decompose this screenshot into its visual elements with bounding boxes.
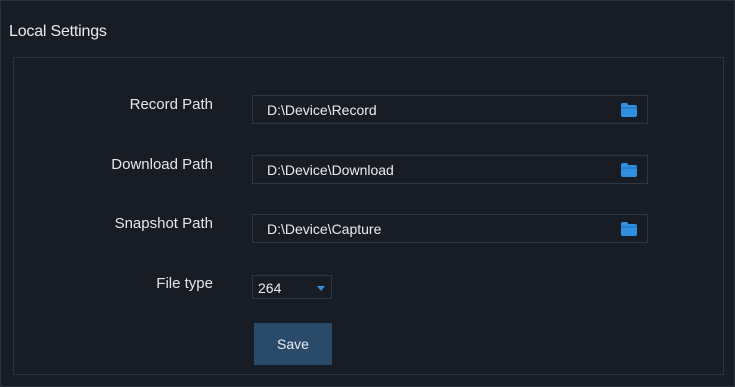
chevron-down-icon bbox=[317, 286, 325, 291]
record-path-value: D:\Device\Record bbox=[267, 102, 377, 118]
settings-panel: Record Path D:\Device\Record Download Pa… bbox=[13, 57, 724, 375]
download-path-field[interactable]: D:\Device\Download bbox=[252, 155, 648, 184]
file-type-select[interactable]: 264 bbox=[252, 275, 332, 299]
file-type-value: 264 bbox=[258, 280, 282, 296]
save-button[interactable]: Save bbox=[254, 323, 332, 365]
folder-icon[interactable] bbox=[621, 222, 637, 236]
page-title: Local Settings bbox=[9, 23, 107, 40]
local-settings-window: Local Settings Record Path D:\Device\Rec… bbox=[0, 0, 735, 387]
download-path-value: D:\Device\Download bbox=[267, 162, 394, 178]
snapshot-path-value: D:\Device\Capture bbox=[267, 221, 382, 237]
folder-icon[interactable] bbox=[621, 163, 637, 177]
file-type-label: File type bbox=[156, 275, 213, 292]
folder-icon[interactable] bbox=[621, 103, 637, 117]
record-path-field[interactable]: D:\Device\Record bbox=[252, 95, 648, 124]
snapshot-path-field[interactable]: D:\Device\Capture bbox=[252, 214, 648, 243]
snapshot-path-label: Snapshot Path bbox=[114, 215, 213, 232]
download-path-label: Download Path bbox=[111, 156, 213, 173]
record-path-label: Record Path bbox=[129, 96, 213, 113]
